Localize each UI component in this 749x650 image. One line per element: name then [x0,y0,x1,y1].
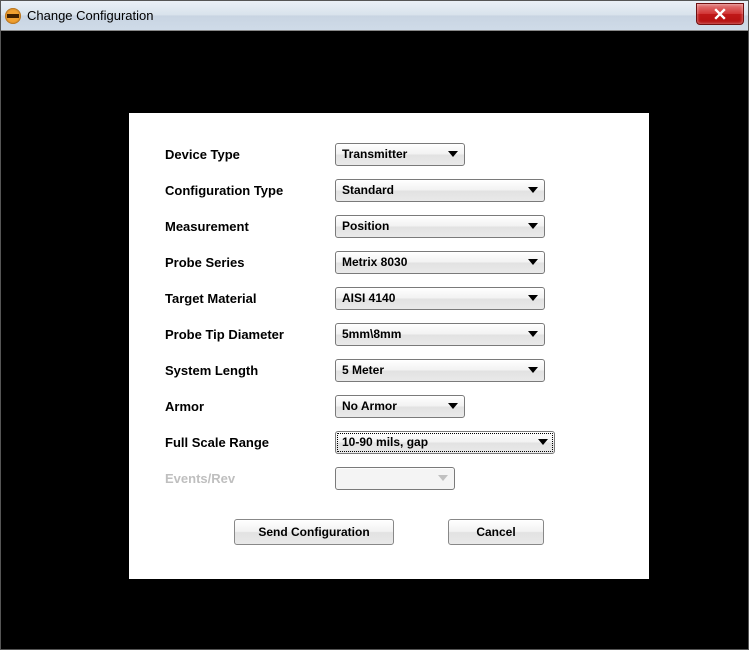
label-events-rev: Events/Rev [165,471,335,486]
select-value: Position [342,219,389,233]
label-device-type: Device Type [165,147,335,162]
label-probe-tip-diameter: Probe Tip Diameter [165,327,335,342]
chevron-down-icon [528,295,538,301]
select-system-length[interactable]: 5 Meter [335,359,545,382]
window-title: Change Configuration [27,8,153,23]
label-armor: Armor [165,399,335,414]
label-measurement: Measurement [165,219,335,234]
select-value: 5 Meter [342,363,384,377]
row-armor: Armor No Armor [165,393,613,419]
config-panel: Device Type Transmitter Configuration Ty… [129,113,649,579]
inner-frame: Device Type Transmitter Configuration Ty… [23,53,726,627]
row-events-rev: Events/Rev [165,465,613,491]
dialog-window: Change Configuration Device Type Transmi… [0,0,749,650]
chevron-down-icon [528,367,538,373]
chevron-down-icon [528,331,538,337]
select-value: Transmitter [342,147,407,161]
chevron-down-icon [528,187,538,193]
window-body: Device Type Transmitter Configuration Ty… [1,31,748,649]
select-probe-tip-diameter[interactable]: 5mm\8mm [335,323,545,346]
label-full-scale-range: Full Scale Range [165,435,335,450]
button-row: Send Configuration Cancel [165,519,613,545]
row-probe-series: Probe Series Metrix 8030 [165,249,613,275]
row-configuration-type: Configuration Type Standard [165,177,613,203]
select-value: 5mm\8mm [342,327,401,341]
select-probe-series[interactable]: Metrix 8030 [335,251,545,274]
label-system-length: System Length [165,363,335,378]
row-full-scale-range: Full Scale Range 10-90 mils, gap [165,429,613,455]
close-button[interactable] [696,3,744,25]
chevron-down-icon [448,151,458,157]
chevron-down-icon [448,403,458,409]
row-probe-tip-diameter: Probe Tip Diameter 5mm\8mm [165,321,613,347]
close-icon [714,8,726,20]
row-device-type: Device Type Transmitter [165,141,613,167]
cancel-button[interactable]: Cancel [448,519,544,545]
select-value: Metrix 8030 [342,255,407,269]
select-events-rev [335,467,455,490]
chevron-down-icon [538,439,548,445]
select-configuration-type[interactable]: Standard [335,179,545,202]
select-value: No Armor [342,399,397,413]
chevron-down-icon [528,259,538,265]
select-value: AISI 4140 [342,291,395,305]
label-target-material: Target Material [165,291,335,306]
chevron-down-icon [528,223,538,229]
select-value: 10-90 mils, gap [342,435,428,449]
titlebar: Change Configuration [1,1,748,31]
select-value: Standard [342,183,394,197]
label-configuration-type: Configuration Type [165,183,335,198]
app-icon [5,8,21,24]
chevron-down-icon [438,475,448,481]
select-device-type[interactable]: Transmitter [335,143,465,166]
select-full-scale-range[interactable]: 10-90 mils, gap [335,431,555,454]
button-label: Cancel [476,525,515,539]
select-armor[interactable]: No Armor [335,395,465,418]
row-target-material: Target Material AISI 4140 [165,285,613,311]
row-system-length: System Length 5 Meter [165,357,613,383]
button-label: Send Configuration [258,525,369,539]
select-target-material[interactable]: AISI 4140 [335,287,545,310]
row-measurement: Measurement Position [165,213,613,239]
label-probe-series: Probe Series [165,255,335,270]
send-configuration-button[interactable]: Send Configuration [234,519,394,545]
select-measurement[interactable]: Position [335,215,545,238]
